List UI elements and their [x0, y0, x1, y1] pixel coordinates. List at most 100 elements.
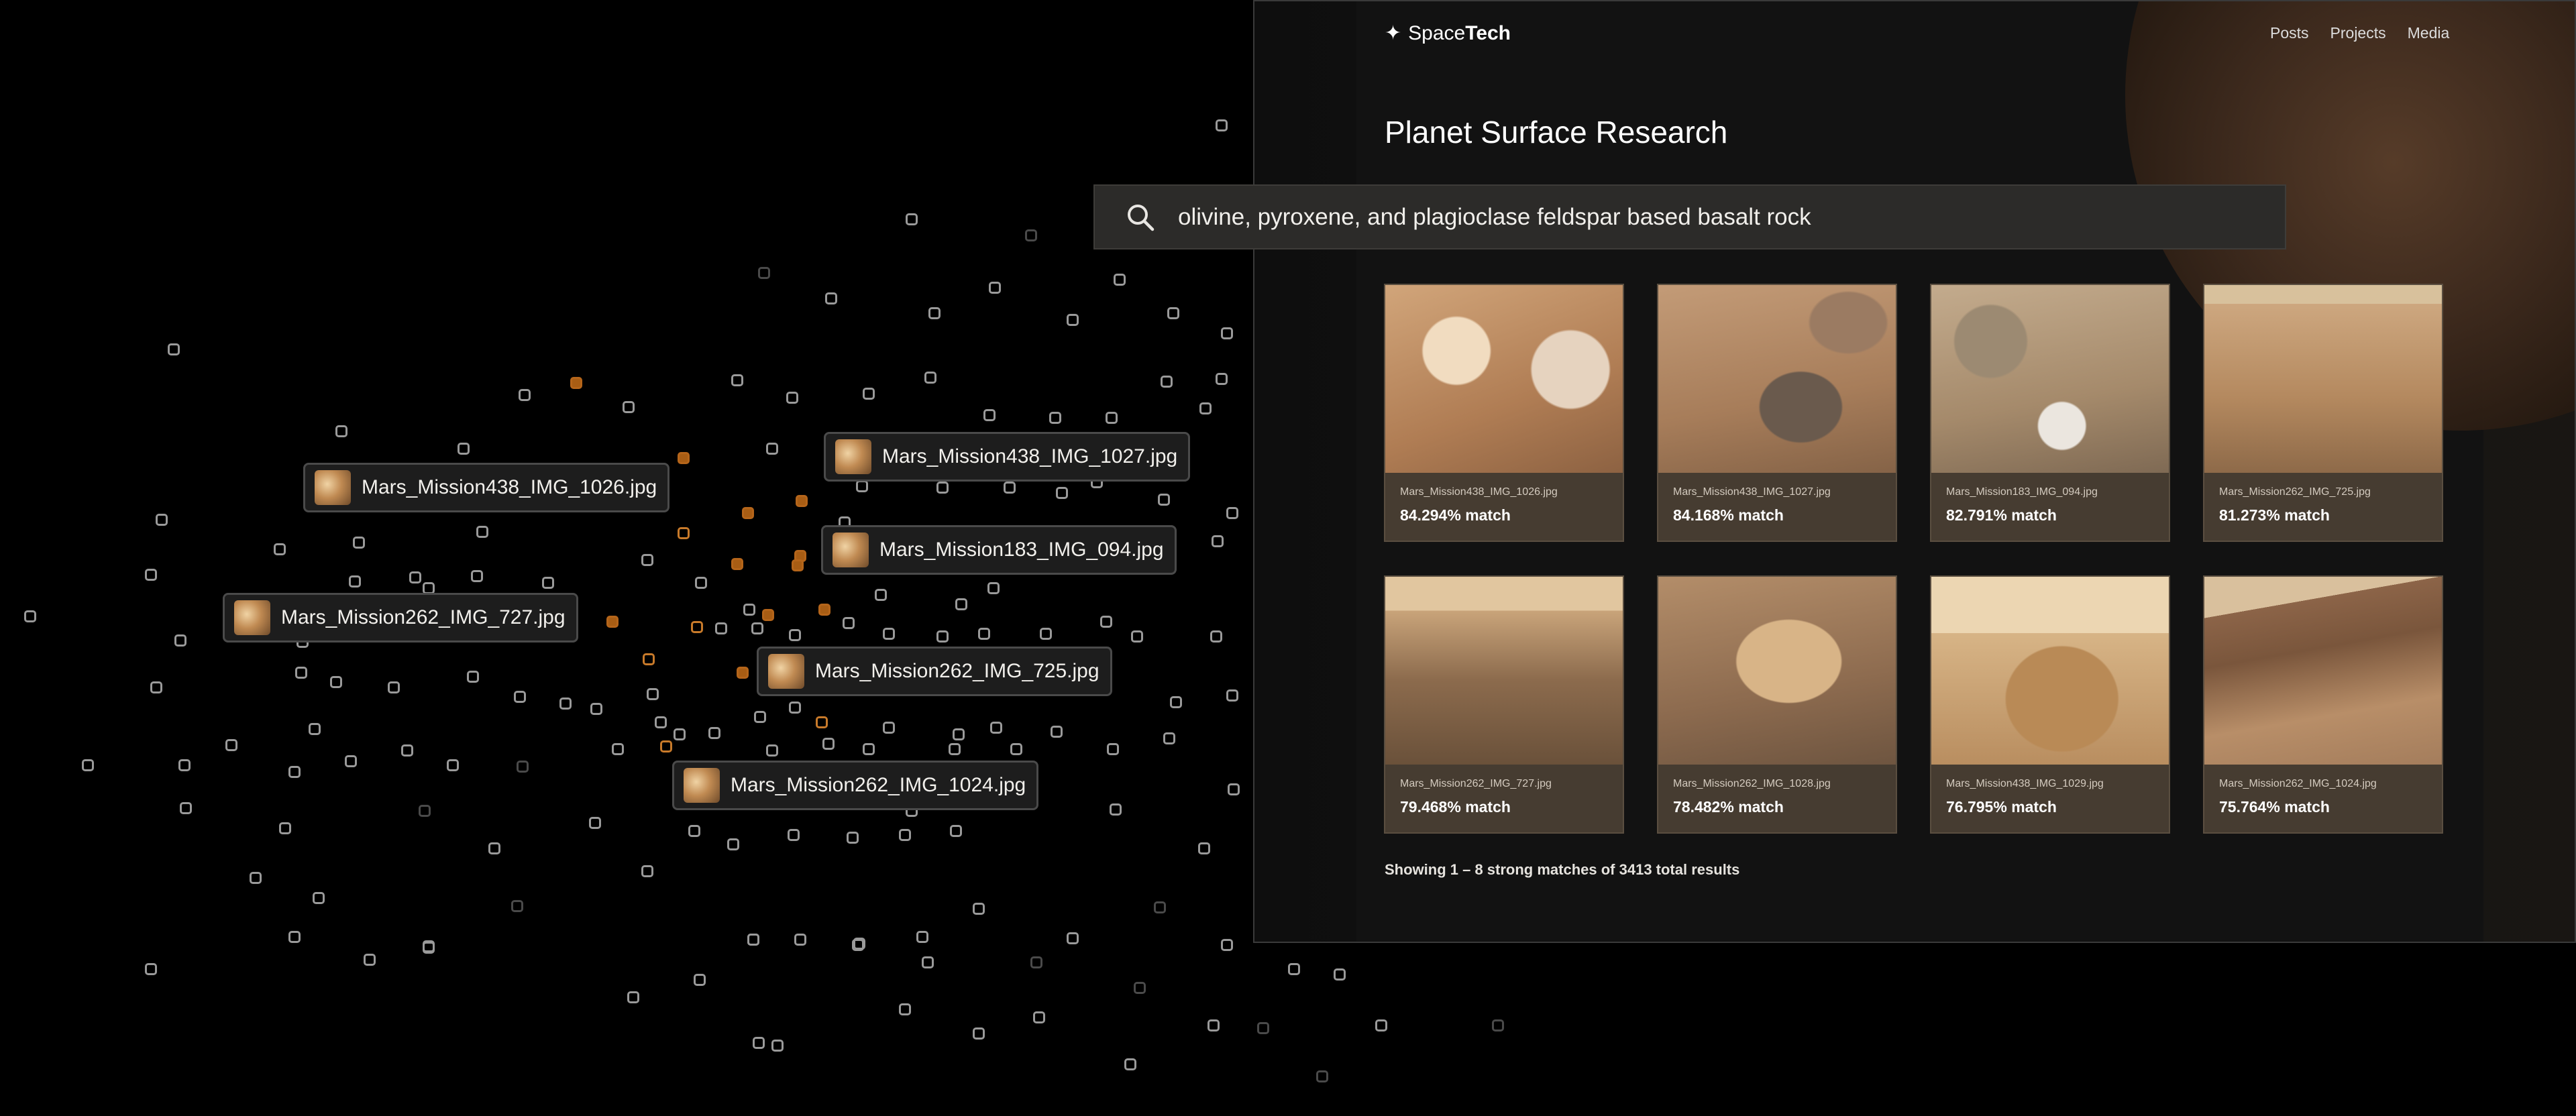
scatter-point[interactable] — [1492, 1019, 1504, 1031]
scatter-point[interactable] — [794, 934, 806, 946]
scatter-label[interactable]: Mars_Mission438_IMG_1027.jpg — [824, 432, 1191, 482]
scatter-point[interactable] — [731, 374, 743, 386]
scatter-point[interactable] — [1257, 1022, 1269, 1034]
scatter-point[interactable] — [606, 616, 619, 628]
scatter-point[interactable] — [936, 482, 949, 494]
scatter-point[interactable] — [1030, 956, 1042, 968]
scatter-point[interactable] — [82, 759, 94, 771]
scatter-point[interactable] — [751, 622, 763, 634]
scatter-point[interactable] — [353, 537, 365, 549]
scatter-point[interactable] — [1056, 487, 1068, 499]
scatter-point[interactable] — [288, 766, 301, 778]
scatter-label[interactable]: Mars_Mission262_IMG_1024.jpg — [672, 761, 1039, 810]
scatter-point[interactable] — [467, 671, 479, 683]
scatter-point[interactable] — [688, 825, 700, 837]
scatter-point[interactable] — [514, 691, 526, 703]
scatter-point[interactable] — [762, 609, 774, 621]
scatter-point[interactable] — [517, 761, 529, 773]
scatter-point[interactable] — [766, 744, 778, 757]
scatter-point[interactable] — [641, 554, 653, 566]
scatter-point[interactable] — [309, 723, 321, 735]
scatter-point[interactable] — [863, 388, 875, 400]
scatter-point[interactable] — [519, 389, 531, 401]
scatter-point[interactable] — [1216, 373, 1228, 385]
scatter-point[interactable] — [822, 738, 835, 750]
scatter-point[interactable] — [145, 963, 157, 975]
scatter-point[interactable] — [987, 582, 1000, 594]
scatter-point[interactable] — [743, 604, 755, 616]
result-card[interactable]: Mars_Mission262_IMG_727.jpg 79.468% matc… — [1384, 575, 1624, 834]
result-card[interactable]: Mars_Mission438_IMG_1029.jpg 76.795% mat… — [1930, 575, 2170, 834]
scatter-point[interactable] — [1107, 743, 1119, 755]
scatter-point[interactable] — [313, 892, 325, 904]
scatter-point[interactable] — [655, 716, 667, 728]
scatter-point[interactable] — [950, 825, 962, 837]
scatter-point[interactable] — [643, 653, 655, 665]
scatter-point[interactable] — [1221, 939, 1233, 951]
scatter-point[interactable] — [852, 939, 864, 951]
scatter-point[interactable] — [674, 728, 686, 740]
nav-projects[interactable]: Projects — [2330, 24, 2386, 42]
scatter-point[interactable] — [843, 617, 855, 629]
scatter-point[interactable] — [856, 480, 868, 492]
scatter-point[interactable] — [447, 759, 459, 771]
scatter-point[interactable] — [570, 377, 582, 389]
scatter-point[interactable] — [590, 703, 602, 715]
scatter-point[interactable] — [589, 817, 601, 829]
scatter-point[interactable] — [1161, 376, 1173, 388]
scatter-point[interactable] — [936, 630, 949, 643]
result-card[interactable]: Mars_Mission262_IMG_725.jpg 81.273% matc… — [2203, 284, 2443, 542]
scatter-point[interactable] — [1110, 803, 1122, 816]
scatter-point[interactable] — [1163, 732, 1175, 744]
scatter-point[interactable] — [641, 865, 653, 877]
scatter-point[interactable] — [1216, 119, 1228, 131]
scatter-point[interactable] — [1131, 630, 1143, 643]
scatter-point[interactable] — [1004, 482, 1016, 494]
scatter-point[interactable] — [949, 743, 961, 755]
scatter-point[interactable] — [1170, 696, 1182, 708]
scatter-point[interactable] — [511, 900, 523, 912]
scatter-point[interactable] — [623, 401, 635, 413]
scatter-point[interactable] — [766, 443, 778, 455]
result-card[interactable]: Mars_Mission262_IMG_1028.jpg 78.482% mat… — [1657, 575, 1897, 834]
scatter-point[interactable] — [825, 292, 837, 304]
scatter-point[interactable] — [288, 931, 301, 943]
scatter-point[interactable] — [758, 267, 770, 279]
scatter-point[interactable] — [1210, 630, 1222, 643]
result-card[interactable]: Mars_Mission438_IMG_1026.jpg 84.294% mat… — [1384, 284, 1624, 542]
scatter-point[interactable] — [1049, 412, 1061, 424]
result-card[interactable]: Mars_Mission183_IMG_094.jpg 82.791% matc… — [1930, 284, 2170, 542]
scatter-point[interactable] — [1288, 963, 1300, 975]
scatter-point[interactable] — [691, 621, 703, 633]
scatter-point[interactable] — [1106, 412, 1118, 424]
scatter-point[interactable] — [488, 842, 500, 854]
scatter-point[interactable] — [409, 571, 421, 583]
scatter-point[interactable] — [279, 822, 291, 834]
scatter-point[interactable] — [754, 711, 766, 723]
scatter-point[interactable] — [715, 622, 727, 634]
scatter-point[interactable] — [816, 716, 828, 728]
scatter-point[interactable] — [1221, 327, 1233, 339]
scatter-point[interactable] — [364, 954, 376, 966]
scatter-point[interactable] — [168, 343, 180, 355]
scatter-point[interactable] — [423, 940, 435, 952]
scatter-point[interactable] — [1226, 689, 1238, 702]
scatter-point[interactable] — [250, 872, 262, 884]
scatter-point[interactable] — [1334, 968, 1346, 981]
scatter-point[interactable] — [471, 570, 483, 582]
scatter-label[interactable]: Mars_Mission438_IMG_1026.jpg — [303, 463, 670, 512]
scatter-point[interactable] — [1114, 274, 1126, 286]
nav-posts[interactable]: Posts — [2270, 24, 2309, 42]
scatter-point[interactable] — [788, 829, 800, 841]
scatter-point[interactable] — [789, 702, 801, 714]
scatter-point[interactable] — [1134, 982, 1146, 994]
scatter-point[interactable] — [973, 903, 985, 915]
scatter-point[interactable] — [883, 722, 895, 734]
scatter-point[interactable] — [1154, 901, 1166, 913]
scatter-point[interactable] — [1067, 314, 1079, 326]
scatter-point[interactable] — [180, 802, 192, 814]
scatter-point[interactable] — [1208, 1019, 1220, 1031]
scatter-point[interactable] — [1124, 1058, 1136, 1070]
scatter-point[interactable] — [174, 634, 186, 647]
scatter-point[interactable] — [737, 667, 749, 679]
